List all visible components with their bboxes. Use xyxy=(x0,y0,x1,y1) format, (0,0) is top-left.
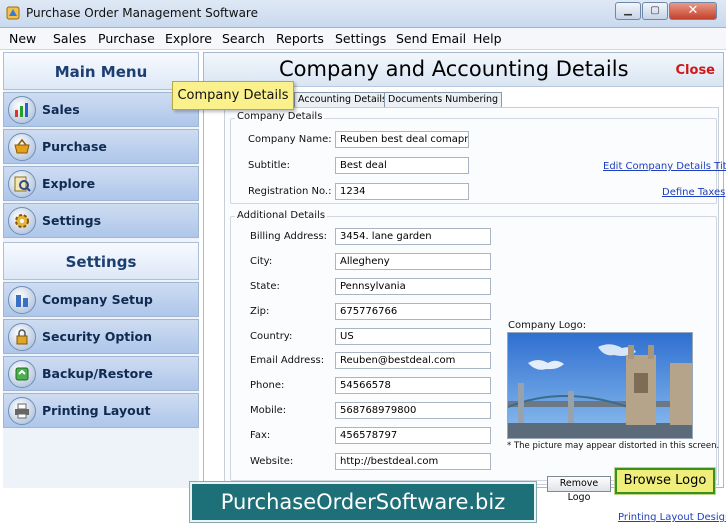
printer-icon xyxy=(8,397,36,425)
fax-label: Fax: xyxy=(250,430,271,441)
additional-details-label: Additional Details xyxy=(235,210,328,221)
minimize-icon: ▁ xyxy=(624,5,632,16)
menu-purchase[interactable]: Purchase xyxy=(98,31,155,46)
email-address-field[interactable]: Reuben@bestdeal.com xyxy=(335,352,491,369)
sidebar-item-sales[interactable]: Sales xyxy=(3,92,199,127)
sidebar-item-settings[interactable]: Settings xyxy=(3,203,199,238)
mobile-field[interactable]: 568768979800 xyxy=(335,402,491,419)
remove-logo-button[interactable]: Remove Logo xyxy=(547,476,611,503)
sidebar: Main Menu Sales Purchase Explore Setting… xyxy=(3,52,199,488)
company-details-tooltip: Company Details xyxy=(172,81,294,110)
subtitle-label: Subtitle: xyxy=(248,160,290,171)
website-banner: PurchaseOrderSoftware.biz xyxy=(190,482,536,522)
company-name-label: Company Name: xyxy=(248,134,332,145)
fax-field[interactable]: 456578797 xyxy=(335,427,491,444)
menu-explore[interactable]: Explore xyxy=(165,31,212,46)
settings-gear-icon xyxy=(8,207,36,235)
menu-bar: New Sales Purchase Explore Search Report… xyxy=(0,28,726,50)
main-panel: Company and Accounting Details Close Acc… xyxy=(203,52,726,523)
tab-accounting-details[interactable]: Accounting Details xyxy=(294,92,392,107)
page-title: Company and Accounting Details xyxy=(279,57,629,81)
company-details-label: Company Details xyxy=(235,111,325,122)
billing-address-label: Billing Address: xyxy=(250,231,328,242)
sidebar-item-label: Sales xyxy=(42,102,80,117)
window-title: Purchase Order Management Software xyxy=(26,6,258,20)
menu-settings[interactable]: Settings xyxy=(335,31,386,46)
window-close-button[interactable]: ✕ xyxy=(669,2,717,20)
phone-label: Phone: xyxy=(250,380,285,391)
registration-no-field[interactable]: 1234 xyxy=(335,183,469,200)
sidebar-item-label: Explore xyxy=(42,176,96,191)
sales-chart-icon xyxy=(8,96,36,124)
website-label: Website: xyxy=(250,456,294,467)
lock-icon xyxy=(8,323,36,351)
sidebar-item-company-setup[interactable]: Company Setup xyxy=(3,282,199,317)
settings-heading: Settings xyxy=(3,242,199,280)
sidebar-item-label: Printing Layout xyxy=(42,403,151,418)
state-label: State: xyxy=(250,281,280,292)
backup-restore-icon xyxy=(8,360,36,388)
sidebar-item-explore[interactable]: Explore xyxy=(3,166,199,201)
sidebar-item-printing-layout[interactable]: Printing Layout xyxy=(3,393,199,428)
subtitle-field[interactable]: Best deal xyxy=(335,157,469,174)
title-bar: Purchase Order Management Software ▁ ▢ ✕ xyxy=(0,0,726,28)
tab-documents-numbering[interactable]: Documents Numbering xyxy=(384,92,503,107)
country-field[interactable]: US xyxy=(335,328,491,345)
billing-address-field[interactable]: 3454. lane garden xyxy=(335,228,491,245)
company-logo-image xyxy=(507,332,693,439)
main-menu-heading: Main Menu xyxy=(3,52,199,90)
website-field[interactable]: http://bestdeal.com xyxy=(335,453,491,470)
menu-new[interactable]: New xyxy=(9,31,36,46)
close-icon: ✕ xyxy=(687,3,699,18)
maximize-button[interactable]: ▢ xyxy=(642,2,668,20)
app-icon xyxy=(6,6,20,20)
close-button[interactable]: Close xyxy=(676,63,715,78)
phone-field[interactable]: 54566578 xyxy=(335,377,491,394)
menu-reports[interactable]: Reports xyxy=(276,31,324,46)
sidebar-item-purchase[interactable]: Purchase xyxy=(3,129,199,164)
country-label: Country: xyxy=(250,331,293,342)
menu-help[interactable]: Help xyxy=(473,31,502,46)
menu-search[interactable]: Search xyxy=(222,31,265,46)
mobile-label: Mobile: xyxy=(250,405,287,416)
sidebar-item-label: Backup/Restore xyxy=(42,366,153,381)
browse-logo-button[interactable]: Browse Logo xyxy=(615,468,715,494)
purchase-basket-icon xyxy=(8,133,36,161)
sidebar-item-label: Settings xyxy=(42,213,102,228)
city-field[interactable]: Allegheny xyxy=(335,253,491,270)
application-window: Purchase Order Management Software ▁ ▢ ✕… xyxy=(0,0,726,526)
explore-icon xyxy=(8,170,36,198)
city-label: City: xyxy=(250,256,273,267)
printing-layout-design-link[interactable]: Printing Layout Design xyxy=(618,512,726,523)
sidebar-item-label: Purchase xyxy=(42,139,107,154)
state-field[interactable]: Pennsylvania xyxy=(335,278,491,295)
zip-field[interactable]: 675776766 xyxy=(335,303,491,320)
sidebar-item-security-option[interactable]: Security Option xyxy=(3,319,199,354)
maximize-icon: ▢ xyxy=(650,5,660,16)
company-name-field[interactable]: Reuben best deal comapny xyxy=(335,131,469,148)
menu-sales[interactable]: Sales xyxy=(53,31,86,46)
company-setup-icon xyxy=(8,286,36,314)
email-address-label: Email Address: xyxy=(250,355,325,366)
define-taxes-link[interactable]: Define Taxes xyxy=(662,187,725,198)
sidebar-item-label: Company Setup xyxy=(42,292,153,307)
logo-note: * The picture may appear distorted in th… xyxy=(507,441,720,451)
tab-panel: Company Details Company Name: Reuben bes… xyxy=(224,107,726,523)
registration-no-label: Registration No.: xyxy=(248,186,332,197)
minimize-button[interactable]: ▁ xyxy=(615,2,641,20)
edit-company-details-title-link[interactable]: Edit Company Details Title xyxy=(603,161,726,172)
company-logo-label: Company Logo: xyxy=(508,320,587,331)
zip-label: Zip: xyxy=(250,306,270,317)
sidebar-item-backup-restore[interactable]: Backup/Restore xyxy=(3,356,199,391)
sidebar-item-label: Security Option xyxy=(42,329,153,344)
menu-send-email[interactable]: Send Email xyxy=(396,31,466,46)
